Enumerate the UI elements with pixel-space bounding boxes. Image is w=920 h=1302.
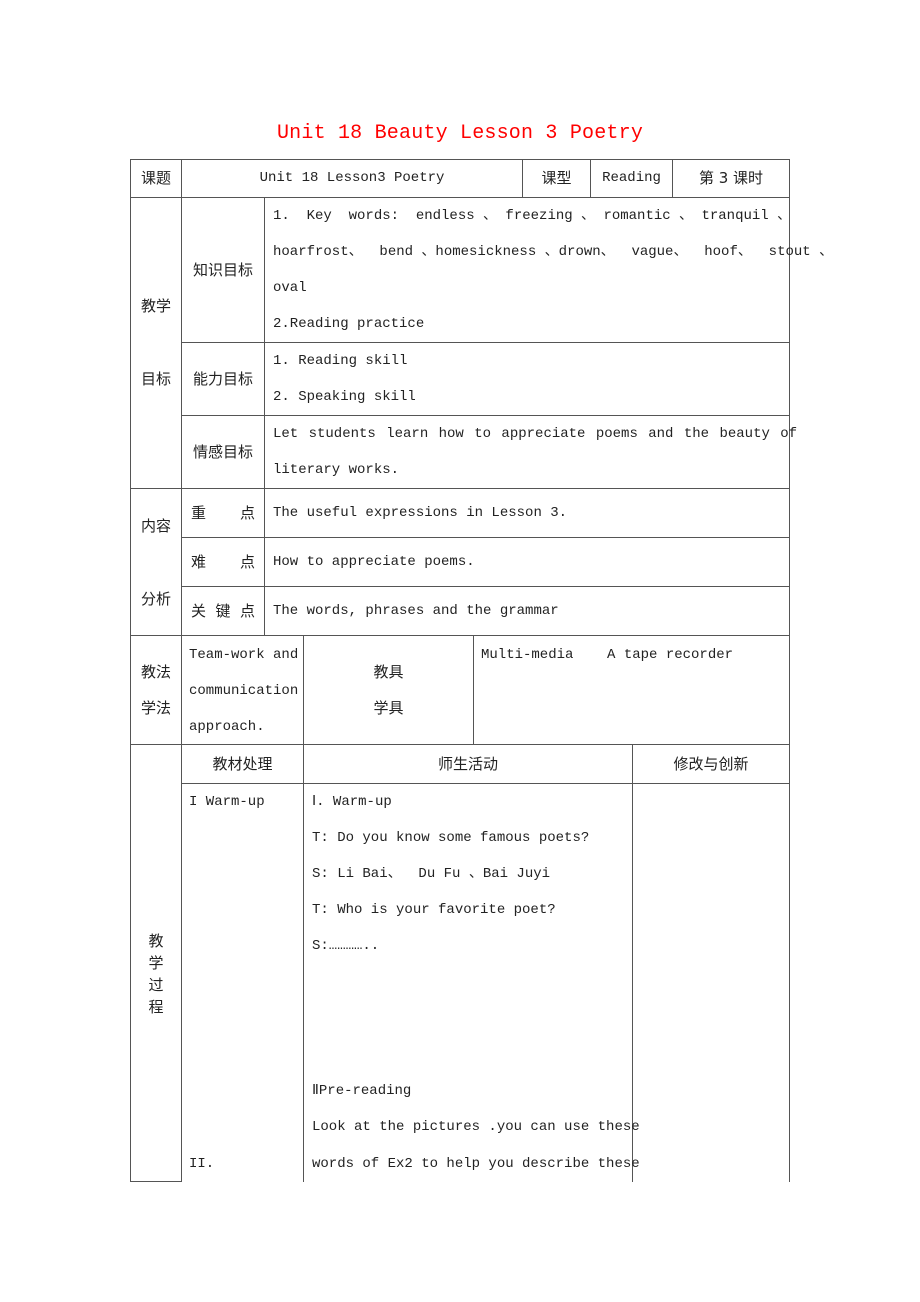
crucial-point-value: The words, phrases and the grammar: [273, 603, 559, 619]
method-line: Team-work and: [189, 647, 299, 663]
knowledge-goal-label: 知识目标: [192, 261, 253, 279]
knowledge-line: 1. Key words: endless 、 freezing 、 roman…: [273, 208, 792, 224]
period-label: 第 3 课时: [698, 169, 764, 187]
topic-value: Unit 18 Lesson3 Poetry: [259, 170, 445, 186]
activity-line: S: Li Bai、 Du Fu 、Bai Juyi: [312, 866, 551, 882]
ability-line: 1. Reading skill: [273, 353, 408, 369]
knowledge-line: oval: [273, 280, 307, 296]
emotion-line: literary works.: [273, 462, 400, 478]
activity-line: Look at the pictures .you can use these: [312, 1119, 640, 1135]
divider: [181, 537, 790, 538]
revision-header: 修改与创新: [673, 755, 749, 773]
label-char: 学: [148, 954, 164, 972]
table-border-right: [789, 159, 790, 1182]
label-char: 关: [191, 602, 207, 620]
crucial-point-label: 关 键 点: [191, 593, 255, 629]
method-line: communication: [189, 683, 299, 699]
emotion-line: Let students learn how to appreciate poe…: [273, 426, 798, 442]
learning-tools-label: 学具: [373, 699, 404, 717]
emotion-goal-label: 情感目标: [192, 443, 253, 461]
activity-line: T: Who is your favorite poet?: [312, 902, 556, 918]
ability-goal-label: 能力目标: [192, 370, 253, 388]
label-char: 点: [239, 553, 255, 571]
type-label: 课型: [541, 169, 572, 187]
activity-line: Ⅰ. Warm-up: [312, 794, 392, 810]
difficult-point-value: How to appreciate poems.: [273, 554, 475, 570]
analysis-section-label-top: 内容: [140, 517, 171, 535]
divider: [181, 586, 790, 587]
material-header: 教材处理: [212, 755, 273, 773]
objectives-section-label-bottom: 目标: [140, 370, 171, 388]
ability-line: 2. Speaking skill: [273, 389, 416, 405]
activity-header: 师生活动: [437, 755, 498, 773]
method-line: approach.: [189, 719, 265, 735]
label-char: 键: [215, 602, 231, 620]
label-char: 过: [148, 976, 164, 994]
material-item: I Warm-up: [189, 794, 265, 810]
activity-line: words of Ex2 to help you describe these: [312, 1156, 640, 1172]
divider: [130, 635, 790, 636]
knowledge-line: 2.Reading practice: [273, 316, 425, 332]
teaching-tools-label: 教具: [373, 663, 404, 681]
label-char: 点: [239, 602, 255, 620]
activity-line: T: Do you know some famous poets?: [312, 830, 590, 846]
material-item: II.: [189, 1156, 215, 1172]
analysis-section-label-bottom: 分析: [140, 590, 171, 608]
divider: [473, 635, 474, 745]
divider: [181, 159, 182, 1182]
revision-column: [633, 784, 789, 1182]
label-char: 点: [239, 504, 255, 522]
tools-value: Multi-media A tape recorder: [481, 647, 734, 663]
knowledge-line: hoarfrost、 bend 、homesickness 、drown、 va…: [273, 244, 834, 260]
difficult-point-label: 难 点: [191, 544, 255, 580]
key-point-label: 重 点: [191, 495, 255, 531]
label-char: 重: [191, 504, 207, 522]
label-char: 程: [148, 998, 164, 1016]
divider: [130, 488, 790, 489]
methods-section-label-top: 教法: [140, 663, 171, 681]
key-point-value: The useful expressions in Lesson 3.: [273, 505, 568, 521]
topic-label: 课题: [140, 169, 171, 187]
label-char: 难: [191, 553, 207, 571]
activity-line: S:…………..: [312, 938, 380, 954]
divider: [264, 197, 265, 635]
process-section-label: 教 学 过 程: [146, 930, 166, 1018]
activity-line: ⅡPre-reading: [312, 1083, 412, 1099]
objectives-section-label-top: 教学: [140, 297, 171, 315]
document-title: Unit 18 Beauty Lesson 3 Poetry: [276, 122, 644, 145]
type-value: Reading: [602, 170, 661, 186]
label-char: 教: [148, 932, 164, 950]
methods-section-label-bottom: 学法: [140, 699, 171, 717]
table-border-bottom-left: [130, 1181, 181, 1182]
